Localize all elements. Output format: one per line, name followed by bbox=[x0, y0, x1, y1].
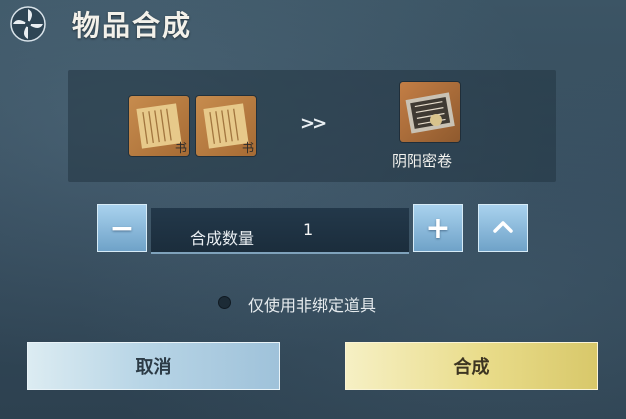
quantity-value: 1 bbox=[303, 220, 314, 239]
title-bar: 物品合成 bbox=[0, 0, 626, 44]
yin-yang-secret-scroll-icon bbox=[405, 92, 455, 134]
quantity-label: 合成数量 bbox=[190, 229, 255, 248]
output-slot[interactable] bbox=[400, 82, 460, 142]
output-item-name: 阴阳密卷 bbox=[392, 152, 453, 170]
synthesize-button[interactable]: 合成 bbox=[345, 342, 598, 390]
increase-button[interactable]: + bbox=[413, 204, 463, 252]
page-title: 物品合成 bbox=[72, 9, 193, 42]
scroll-manual-icon: 书 bbox=[203, 103, 254, 155]
material-slot-2[interactable]: 书 bbox=[196, 96, 256, 156]
double-chevron-right-icon: >> bbox=[300, 113, 327, 134]
decrease-button[interactable]: − bbox=[97, 204, 147, 252]
scroll-manual-icon: 书 bbox=[136, 103, 187, 155]
pinwheel-logo-icon bbox=[6, 4, 50, 44]
material-slot-1[interactable]: 书 bbox=[129, 96, 189, 156]
cancel-button[interactable]: 取消 bbox=[27, 342, 280, 390]
chevron-up-icon bbox=[493, 221, 513, 233]
max-quantity-button[interactable] bbox=[478, 204, 528, 252]
svg-text:书: 书 bbox=[242, 141, 254, 155]
bound-only-label[interactable]: 仅使用非绑定道具 bbox=[248, 292, 376, 316]
svg-text:书: 书 bbox=[175, 141, 187, 155]
bound-only-radio[interactable] bbox=[218, 296, 231, 309]
